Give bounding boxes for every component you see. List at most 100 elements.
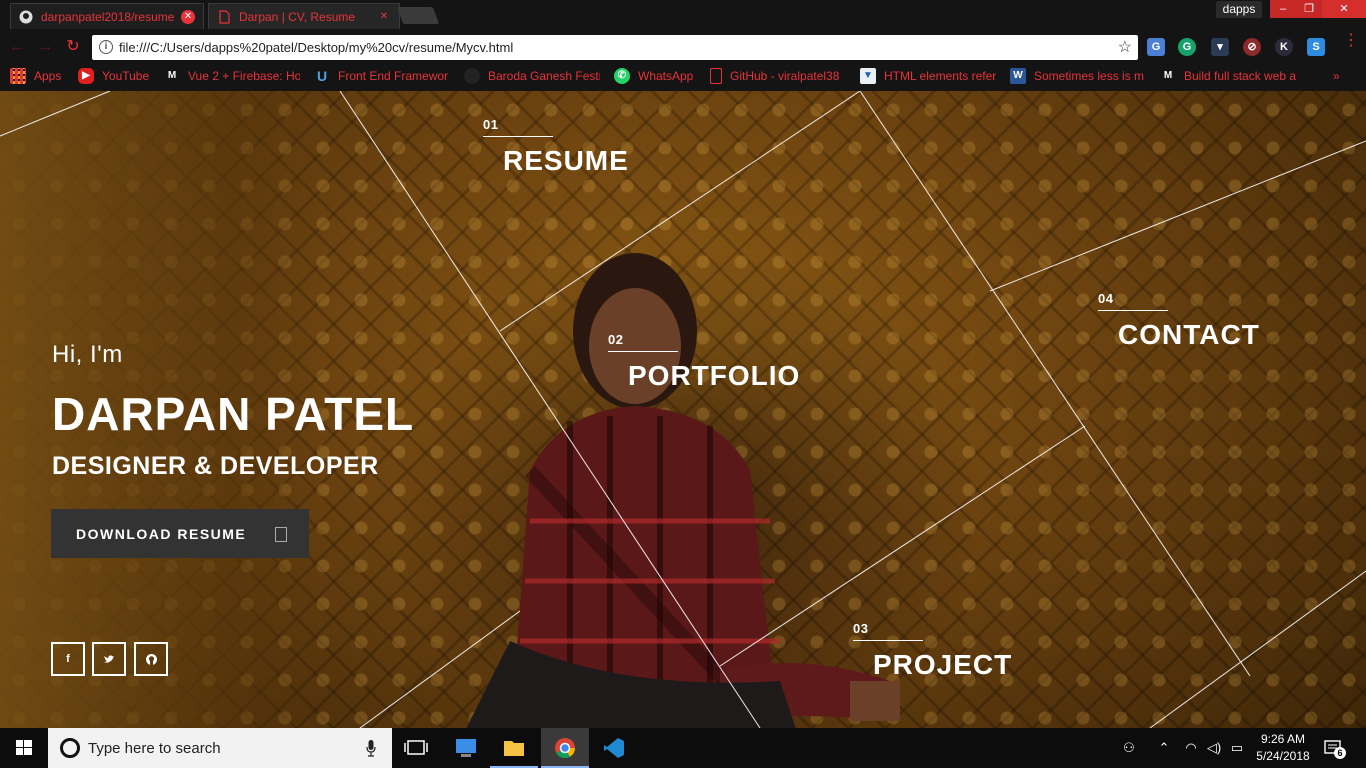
search-placeholder: Type here to search [88, 740, 221, 757]
hero-section: Hi, I'm DARPAN PATEL DESIGNER & DEVELOPE… [0, 91, 1366, 728]
minimize-icon[interactable]: – [1270, 0, 1296, 18]
url-text: file:///C:/Users/dapps%20patel/Desktop/m… [119, 40, 514, 55]
extension-shield-icon[interactable]: ▾ [1211, 38, 1229, 56]
bookmark-label: Apps [34, 69, 62, 83]
bookmark-youtube[interactable]: ▶ YouTube [78, 68, 156, 84]
hero-role: DESIGNER & DEVELOPER [52, 452, 379, 480]
close-window-icon[interactable]: ✕ [1322, 0, 1366, 18]
medium-icon: M [167, 70, 177, 81]
battery-icon[interactable]: ▭ [1228, 739, 1246, 757]
nav-number: 01 [483, 117, 499, 132]
bookmark-label: YouTube [102, 69, 150, 83]
wifi-icon[interactable]: ◠ [1182, 739, 1200, 757]
nav-number: 04 [1098, 291, 1114, 306]
word-icon: W [1010, 68, 1026, 84]
nav-label: CONTACT [1118, 319, 1260, 350]
udemy-icon: U [316, 68, 328, 84]
facebook-link[interactable]: f [51, 642, 85, 676]
tab-github-resume[interactable]: darpanpatel2018/resume ✕ [10, 3, 204, 29]
download-resume-button[interactable]: DOWNLOAD RESUME [51, 509, 309, 558]
tab-darpan-cv[interactable]: Darpan | CV, Resume ✕ [208, 3, 400, 29]
tab-title: Darpan | CV, Resume [239, 9, 356, 24]
this-pc-icon[interactable] [442, 728, 490, 768]
bookmark-label: GitHub - viralpatel38 [730, 69, 840, 83]
extension-block-icon[interactable]: ⊘ [1243, 38, 1261, 56]
volume-icon[interactable]: ◁) [1205, 739, 1223, 757]
nav-divider [608, 351, 678, 352]
info-icon[interactable]: i [99, 40, 113, 54]
microphone-icon[interactable] [366, 739, 376, 757]
nav-label: PROJECT [873, 649, 1013, 680]
github-link[interactable] [134, 642, 168, 676]
extension-k-icon[interactable]: K [1275, 38, 1293, 56]
bookmark-label: HTML elements refer [884, 69, 997, 83]
bookmark-baroda-ganesh[interactable]: Baroda Ganesh Festi [464, 68, 600, 84]
bookmark-whatsapp[interactable]: ✆ WhatsApp [614, 68, 700, 84]
profile-button[interactable]: dapps [1216, 1, 1262, 18]
nav-divider [1098, 310, 1168, 311]
youtube-icon: ▶ [78, 68, 94, 84]
circle-icon [464, 68, 480, 84]
bookmark-label: WhatsApp [638, 69, 694, 83]
cortana-icon [60, 738, 80, 758]
address-bar[interactable]: i file:///C:/Users/dapps%20patel/Desktop… [92, 35, 1138, 60]
nav-label: RESUME [503, 145, 629, 176]
reload-icon[interactable]: ↻ [64, 38, 82, 56]
grammarly-icon[interactable]: G [1178, 38, 1196, 56]
bookmark-label: Build full stack web a [1184, 69, 1296, 83]
bookmarks-overflow-button[interactable]: » [1333, 68, 1347, 84]
people-icon[interactable]: ⚇ [1120, 739, 1138, 757]
forward-icon[interactable]: → [36, 38, 54, 56]
tab-title: darpanpatel2018/resume [41, 9, 175, 24]
back-icon[interactable]: ← [8, 38, 26, 56]
notification-count: 6 [1334, 747, 1346, 759]
apps-grid-icon [10, 68, 26, 84]
download-icon [275, 527, 287, 542]
action-center-icon[interactable]: 6 [1322, 737, 1346, 759]
star-icon[interactable]: ☆ [1118, 37, 1132, 57]
bookmark-label: Vue 2 + Firebase: Ho [188, 69, 300, 83]
bookmark-vue-firebase[interactable]: M Vue 2 + Firebase: Ho [164, 68, 300, 84]
task-view-icon[interactable] [392, 728, 440, 768]
google-translate-icon[interactable]: G [1147, 38, 1165, 56]
download-resume-label: DOWNLOAD RESUME [76, 526, 247, 542]
hero-name: DARPAN PATEL [52, 388, 415, 440]
nav-number: 03 [853, 621, 869, 636]
medium-icon: M [1163, 70, 1173, 81]
twitter-icon [104, 655, 114, 663]
vscode-icon[interactable] [590, 728, 638, 768]
new-tab-button[interactable] [396, 7, 440, 24]
whatsapp-icon: ✆ [614, 68, 630, 84]
bookmark-label: Front End Framewor [338, 69, 449, 83]
nav-divider [483, 136, 553, 137]
github-icon [19, 10, 33, 24]
close-icon[interactable]: ✕ [377, 10, 391, 24]
bookmark-html-elements[interactable]: ▼ HTML elements refer [860, 68, 1000, 84]
twitter-link[interactable] [92, 642, 126, 676]
bookmark-label: Sometimes less is m [1034, 69, 1145, 83]
browser-tabstrip [0, 0, 1366, 29]
clock-date: 5/24/2018 [1256, 749, 1310, 763]
bookmark-sometimes-less[interactable]: W Sometimes less is m [1010, 68, 1146, 84]
nav-label: PORTFOLIO [628, 360, 801, 391]
bookmark-full-stack[interactable]: M Build full stack web a [1160, 68, 1296, 84]
taskbar-search-input[interactable]: Type here to search [48, 728, 392, 768]
bookmark-github[interactable]: GitHub - viralpatel38 [710, 68, 856, 84]
bookmark-label: Baroda Ganesh Festi [488, 69, 600, 83]
bookmark-apps[interactable]: Apps [10, 68, 70, 84]
bookmark-icon: ▼ [860, 68, 876, 84]
document-icon [710, 68, 722, 84]
windows-start-icon[interactable] [0, 728, 48, 768]
extension-s-icon[interactable]: S [1307, 38, 1325, 56]
nav-number: 02 [608, 332, 624, 347]
close-icon[interactable]: ✕ [181, 9, 195, 24]
bookmark-frontend-frameworks[interactable]: U Front End Framewor [314, 68, 450, 84]
github-icon [145, 654, 157, 665]
chrome-menu-icon[interactable]: ⋮ [1343, 33, 1359, 56]
chrome-taskbar-icon[interactable] [541, 728, 589, 768]
file-explorer-icon[interactable] [490, 728, 538, 768]
document-icon [217, 9, 231, 24]
show-hidden-icons-icon[interactable]: ⌃ [1155, 739, 1173, 757]
restore-icon[interactable]: ❐ [1296, 0, 1322, 18]
system-clock[interactable]: 9:26 AM 5/24/2018 [1248, 731, 1318, 765]
